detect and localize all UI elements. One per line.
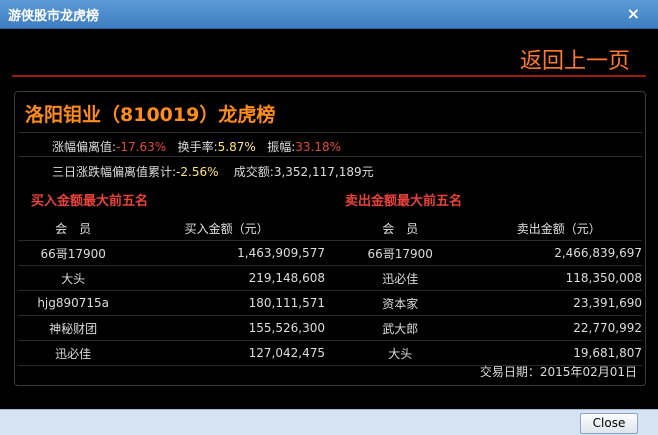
stats-row-1: 涨幅偏离值:-17.63% 换手率:5.87% 振幅:33.18%	[52, 138, 341, 155]
col-sell-amount: 卖出金额（元）	[475, 216, 642, 241]
divider	[18, 132, 642, 133]
content-area: 返回上一页 洛阳钼业（810019）龙虎榜 涨幅偏离值:-17.63% 换手率:…	[0, 29, 658, 409]
deviation-value: -17.63%	[116, 140, 167, 154]
sell-amount: 118,350,008	[475, 265, 642, 291]
buy-amount: 155,526,300	[128, 315, 325, 341]
cum-deviation-value: -2.56%	[176, 165, 219, 179]
divider	[18, 156, 642, 157]
buy-amount: 219,148,608	[128, 265, 325, 291]
trade-date: 交易日期：2015年02月01日	[479, 365, 637, 379]
close-icon[interactable]: ×	[627, 4, 640, 23]
table-row: 神秘财团 155,526,300 武大郎 22,770,992	[18, 315, 642, 341]
window-title: 游侠股市龙虎榜	[8, 9, 100, 24]
title-bar: 游侠股市龙虎榜 ×	[0, 0, 658, 29]
sell-amount: 23,391,690	[475, 290, 642, 316]
dragon-tiger-panel: 洛阳钼业（810019）龙虎榜 涨幅偏离值:-17.63% 换手率:5.87% …	[14, 91, 646, 386]
buyer-name: 迅必佳	[18, 340, 129, 366]
buy-section-title: 买入金额最大前五名	[31, 194, 149, 209]
seller-name: 资本家	[324, 290, 476, 316]
sell-amount: 2,466,839,697	[475, 240, 642, 266]
col-buy-amount: 买入金额（元）	[128, 216, 325, 241]
turnover-label: 换手率:	[177, 140, 218, 154]
buyer-name: 神秘财团	[18, 315, 129, 341]
col-member-sell: 会 员	[324, 216, 476, 241]
buyer-name: 大头	[18, 265, 129, 291]
divider	[12, 75, 646, 77]
buyer-name: 66哥17900	[18, 240, 129, 266]
table-row: 迅必佳 127,042,475 大头 19,681,807	[18, 340, 642, 366]
table-header-row: 会 员 买入金额（元） 会 员 卖出金额（元）	[18, 216, 642, 241]
table-row: 大头 219,148,608 迅必佳 118,350,008	[18, 265, 642, 291]
seller-name: 大头	[324, 340, 476, 366]
seller-name: 迅必佳	[324, 265, 476, 291]
buyer-name: hjg890715a	[18, 290, 129, 316]
turnover-value: 5.87%	[217, 140, 256, 154]
buy-amount: 1,463,909,577	[128, 240, 325, 266]
back-link[interactable]: 返回上一页	[520, 43, 630, 75]
buy-amount: 180,111,571	[128, 290, 325, 316]
dialog-footer: Close	[0, 409, 658, 435]
dialog-window: 游侠股市龙虎榜 × 返回上一页 洛阳钼业（810019）龙虎榜 涨幅偏离值:-1…	[0, 0, 658, 435]
panel-title: 洛阳钼业（810019）龙虎榜	[25, 104, 276, 126]
seller-name: 66哥17900	[324, 240, 476, 266]
cum-deviation-label: 三日涨跌幅偏离值累计:	[52, 165, 177, 179]
close-button[interactable]: Close	[580, 413, 638, 434]
sell-amount: 22,770,992	[475, 315, 642, 341]
volume-value: 3,352,117,189元	[273, 165, 374, 179]
sell-section-title: 卖出金额最大前五名	[345, 194, 463, 209]
table-row: hjg890715a 180,111,571 资本家 23,391,690	[18, 290, 642, 316]
col-member: 会 员	[18, 216, 129, 241]
table-row: 66哥17900 1,463,909,577 66哥17900 2,466,83…	[18, 240, 642, 266]
stats-row-2: 三日涨跌幅偏离值累计:-2.56% 成交额:3,352,117,189元	[52, 163, 374, 180]
volume-label: 成交额:	[233, 165, 274, 179]
amplitude-label: 振幅:	[267, 140, 296, 154]
seller-name: 武大郎	[324, 315, 476, 341]
buy-amount: 127,042,475	[128, 340, 325, 366]
amplitude-value: 33.18%	[295, 140, 342, 154]
sell-amount: 19,681,807	[475, 340, 642, 366]
deviation-label: 涨幅偏离值:	[52, 140, 117, 154]
ranking-table: 会 员 买入金额（元） 会 员 卖出金额（元） 66哥17900 1,463,9…	[18, 216, 642, 366]
